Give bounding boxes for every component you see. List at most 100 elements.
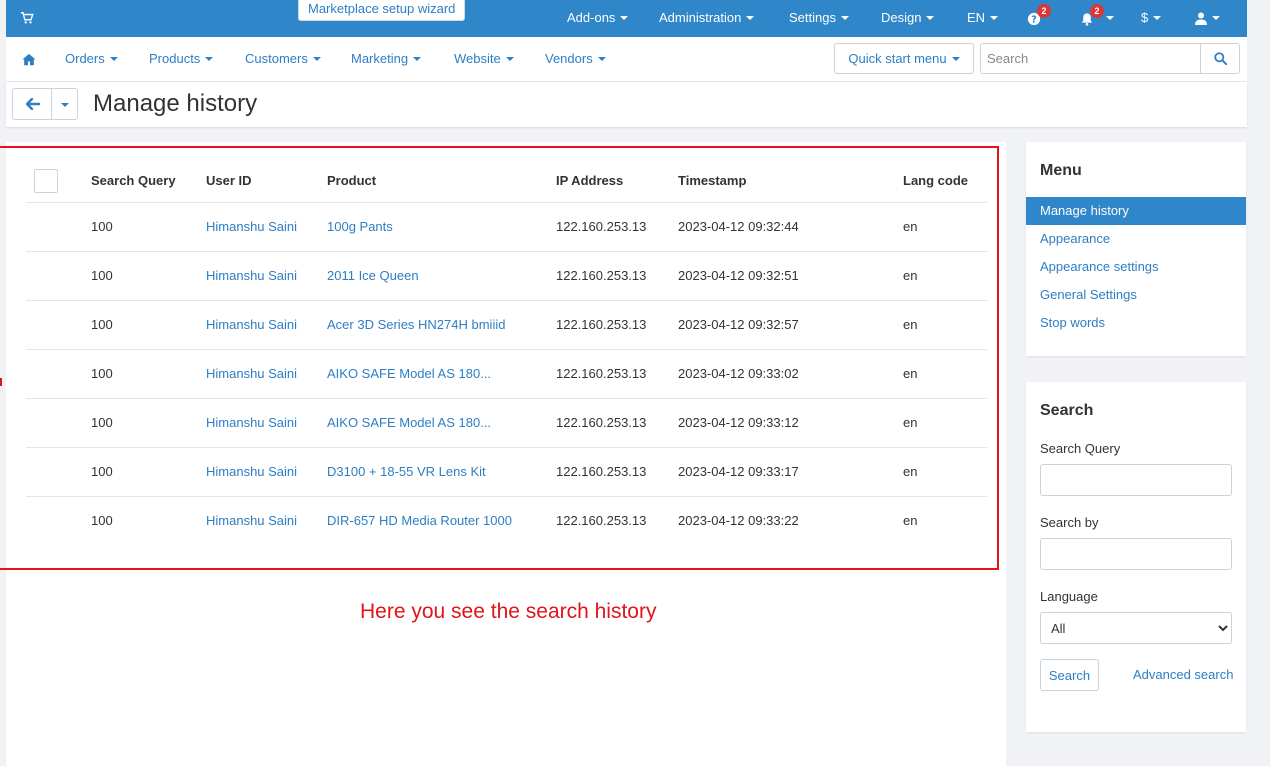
table-row: 100 Himanshu Saini AIKO SAFE Model AS 180.… bbox=[26, 398, 987, 448]
nav-addons-label: Add-ons bbox=[567, 10, 616, 25]
chevron-down-icon bbox=[990, 15, 999, 20]
quick-start-menu-button[interactable]: Quick start menu bbox=[834, 43, 974, 74]
cell-timestamp: 2023-04-12 09:33:12 bbox=[678, 398, 903, 448]
nav-products[interactable]: Products bbox=[149, 37, 214, 81]
header-search-query[interactable]: Search Query bbox=[91, 160, 206, 203]
nav-vendors[interactable]: Vendors bbox=[545, 37, 606, 81]
cell-user-id: Himanshu Saini bbox=[206, 202, 327, 252]
back-dropdown-button[interactable] bbox=[51, 88, 78, 120]
cell-timestamp: 2023-04-12 09:32:44 bbox=[678, 202, 903, 252]
nav-design[interactable]: Design bbox=[881, 0, 935, 37]
chevron-down-icon bbox=[61, 103, 69, 107]
cell-product-value[interactable]: D3100 + 18-55 VR Lens Kit bbox=[327, 464, 486, 479]
home-icon[interactable] bbox=[22, 53, 36, 66]
cell-product-value[interactable]: 100g Pants bbox=[327, 219, 393, 234]
cell-timestamp: 2023-04-12 09:32:51 bbox=[678, 251, 903, 301]
cell-lang-code-value: en bbox=[903, 317, 918, 332]
cell-user-id: Himanshu Saini bbox=[206, 496, 327, 545]
cell-user-id: Himanshu Saini bbox=[206, 447, 327, 497]
header-product[interactable]: Product bbox=[327, 160, 556, 203]
cell-product-value[interactable]: Acer 3D Series HN274H bmiiid bbox=[327, 317, 505, 332]
header-timestamp[interactable]: Timestamp bbox=[678, 160, 903, 203]
title-bar: Manage history bbox=[6, 82, 1247, 127]
nav-currency[interactable]: $ bbox=[1141, 0, 1162, 37]
main-nav: Orders Products Customers Marketing Webs… bbox=[6, 37, 1247, 82]
cell-product: 100g Pants bbox=[327, 202, 556, 252]
cell-search-query-value: 100 bbox=[91, 219, 113, 234]
header-ip-address[interactable]: IP Address bbox=[556, 160, 678, 203]
nav-language[interactable]: EN bbox=[967, 0, 999, 37]
nav-design-label: Design bbox=[881, 10, 922, 25]
global-search-button[interactable] bbox=[1200, 43, 1240, 74]
nav-website[interactable]: Website bbox=[454, 37, 514, 81]
search-by-input[interactable] bbox=[1040, 538, 1232, 570]
cell-user-id-value[interactable]: Himanshu Saini bbox=[206, 464, 297, 479]
advanced-search-link[interactable]: Advanced search bbox=[1133, 667, 1233, 682]
search-icon bbox=[1214, 52, 1227, 65]
chevron-down-icon bbox=[312, 56, 321, 61]
search-query-input[interactable] bbox=[1040, 464, 1232, 496]
nav-orders[interactable]: Orders bbox=[65, 37, 118, 81]
cell-user-id-value[interactable]: Himanshu Saini bbox=[206, 513, 297, 528]
cell-search-query-value: 100 bbox=[91, 464, 113, 479]
table-header-row: Search Query User ID Product IP Address … bbox=[26, 160, 987, 203]
cell-product: AIKO SAFE Model AS 180... bbox=[327, 349, 556, 399]
cell-ip-address-value: 122.160.253.13 bbox=[556, 513, 647, 529]
chevron-down-icon bbox=[205, 56, 214, 61]
cell-search-query: 100 bbox=[91, 349, 206, 399]
table-row: 100 Himanshu Saini DIR-657 HD Media Router… bbox=[26, 496, 987, 545]
cell-timestamp: 2023-04-12 09:33:02 bbox=[678, 349, 903, 399]
cart-icon[interactable] bbox=[20, 11, 34, 25]
search-submit-button[interactable]: Search bbox=[1040, 659, 1099, 691]
table-row: 100 Himanshu Saini 100g Pants 122.160.253.1… bbox=[26, 202, 987, 252]
cell-user-id-value[interactable]: Himanshu Saini bbox=[206, 366, 297, 381]
nav-customers-label: Customers bbox=[245, 51, 308, 66]
chevron-down-icon bbox=[1212, 15, 1220, 20]
cell-timestamp-value: 2023-04-12 09:33:22 bbox=[678, 513, 799, 529]
table-row: 100 Himanshu Saini AIKO SAFE Model AS 180.… bbox=[26, 349, 987, 399]
user-menu[interactable] bbox=[1195, 0, 1220, 37]
notifications-badge: 2 bbox=[1090, 4, 1104, 18]
chevron-down-icon bbox=[926, 15, 935, 20]
cell-user-id-value[interactable]: Himanshu Saini bbox=[206, 219, 297, 234]
nav-marketing[interactable]: Marketing bbox=[351, 37, 422, 81]
cell-lang-code: en bbox=[903, 251, 987, 301]
nav-addons[interactable]: Add-ons bbox=[567, 0, 629, 37]
cell-ip-address-value: 122.160.253.13 bbox=[556, 464, 647, 479]
row-checkbox-cell bbox=[26, 496, 91, 545]
header-user-id[interactable]: User ID bbox=[206, 160, 327, 203]
marketplace-setup-wizard-button[interactable]: Marketplace setup wizard bbox=[298, 0, 466, 21]
back-button[interactable] bbox=[12, 88, 52, 120]
help-button[interactable]: ? 2 bbox=[1027, 0, 1051, 37]
sidebar-item-stop-words[interactable]: Stop words bbox=[1026, 309, 1246, 337]
global-search-input[interactable] bbox=[980, 43, 1201, 74]
cell-product: Acer 3D Series HN274H bmiiid bbox=[327, 300, 556, 350]
chevron-down-icon bbox=[840, 15, 849, 20]
select-all-checkbox[interactable] bbox=[34, 168, 58, 193]
chevron-down-icon bbox=[505, 56, 514, 61]
nav-settings[interactable]: Settings bbox=[789, 0, 849, 37]
notifications-button[interactable]: 2 bbox=[1080, 0, 1120, 37]
nav-administration[interactable]: Administration bbox=[659, 0, 755, 37]
chevron-down-icon bbox=[620, 15, 629, 20]
quick-start-label: Quick start menu bbox=[848, 51, 947, 66]
cell-user-id-value[interactable]: Himanshu Saini bbox=[206, 317, 297, 332]
header-lang-code[interactable]: Lang code bbox=[903, 160, 987, 203]
sidebar-item-manage-history[interactable]: Manage history bbox=[1026, 197, 1246, 225]
sidebar-item-appearance[interactable]: Appearance bbox=[1026, 225, 1246, 253]
cell-ip-address: 122.160.253.13 bbox=[556, 300, 678, 350]
cell-product-value[interactable]: DIR-657 HD Media Router 1000 bbox=[327, 513, 512, 528]
cell-timestamp-value: 2023-04-12 09:33:17 bbox=[678, 464, 799, 479]
nav-customers[interactable]: Customers bbox=[245, 37, 321, 81]
row-checkbox-cell bbox=[26, 349, 91, 399]
language-select[interactable]: All bbox=[1040, 612, 1232, 644]
cell-user-id-value[interactable]: Himanshu Saini bbox=[206, 415, 297, 430]
sidebar-item-general-settings[interactable]: General Settings bbox=[1026, 281, 1246, 309]
cell-product-value[interactable]: AIKO SAFE Model AS 180... bbox=[327, 366, 491, 381]
cell-product-value[interactable]: AIKO SAFE Model AS 180... bbox=[327, 415, 491, 430]
help-badge: 2 bbox=[1037, 4, 1051, 18]
sidebar-item-appearance-settings[interactable]: Appearance settings bbox=[1026, 253, 1246, 281]
cell-user-id-value[interactable]: Himanshu Saini bbox=[206, 268, 297, 283]
cell-product-value[interactable]: 2011 Ice Queen bbox=[327, 268, 419, 283]
cell-lang-code-value: en bbox=[903, 415, 918, 430]
